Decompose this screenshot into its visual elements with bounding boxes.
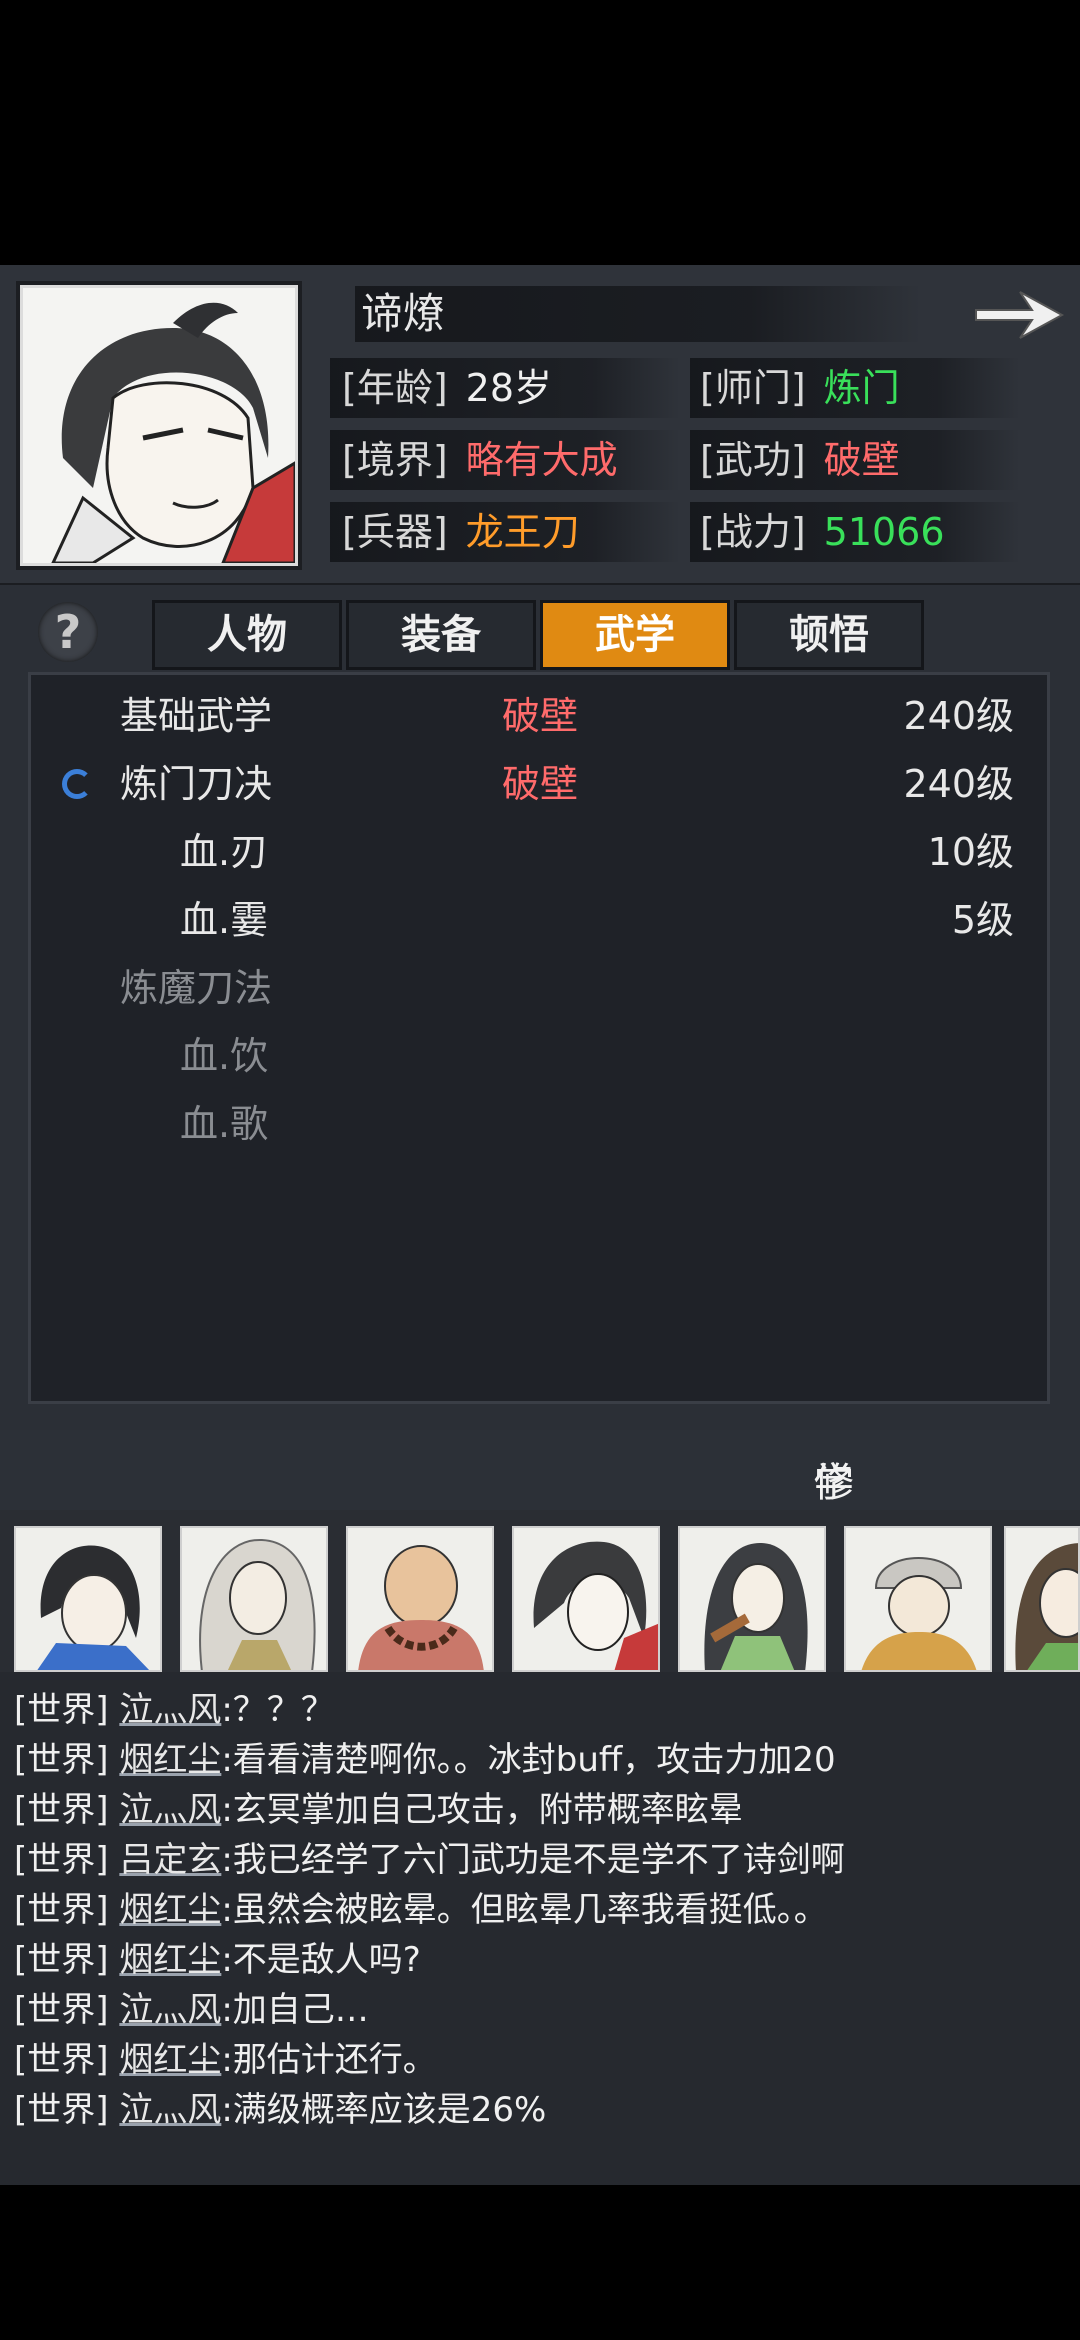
skill-name[interactable]: 血.歌 xyxy=(180,1092,268,1156)
chat-text: :满级概率应该是26% xyxy=(221,2090,547,2130)
chat-channel: [世界] xyxy=(14,1890,109,1930)
skill-name[interactable]: 基础武学 xyxy=(120,684,272,748)
martial-label: [武功] xyxy=(700,438,806,482)
sect-label: [师门] xyxy=(700,366,806,410)
player-portrait-icon xyxy=(533,1541,658,1670)
chat-text: :？？？ xyxy=(221,1690,335,1730)
sect-info: [师门] 炼门 xyxy=(700,360,900,416)
tab-martial-arts[interactable]: 武学 xyxy=(540,600,730,670)
martial-value: 破壁 xyxy=(823,438,900,482)
tab-enlightenment[interactable]: 顿悟 xyxy=(734,600,924,670)
chat-channel: [世界] xyxy=(14,1990,109,2030)
age-value: 28岁 xyxy=(465,366,553,410)
chat-user[interactable]: 吕定玄 xyxy=(119,1840,221,1880)
chat-user[interactable]: 烟红尘 xyxy=(119,1890,221,1930)
chat-text: :虽然会被眩晕。但眩晕几率我看挺低。。 xyxy=(221,1890,828,1930)
chat-message: [世界] 吕定玄:我已经学了六门武功是不是学不了诗剑啊 xyxy=(14,1836,845,1884)
hat-portrait-icon xyxy=(861,1557,977,1670)
help-button[interactable]: ? xyxy=(38,602,98,662)
scholar-portrait-icon xyxy=(704,1543,808,1670)
chat-text: :我已经学了六门武功是不是学不了诗剑啊 xyxy=(221,1840,845,1880)
chat-text: :那估计还行。 xyxy=(221,2040,437,2080)
chat-text: :不是敌人吗? xyxy=(221,1940,421,1980)
swordsman-portrait-icon xyxy=(23,288,295,563)
chat-channel: [世界] xyxy=(14,2090,109,2130)
skill-stage: 破壁 xyxy=(502,762,579,806)
loading-ring-icon xyxy=(62,769,92,799)
power-label: [战力] xyxy=(700,510,806,554)
weapon-info: [兵器] 龙王刀 xyxy=(342,504,580,560)
chat-message: [世界] 烟红尘:不是敌人吗? xyxy=(14,1936,421,1984)
chat-channel: [世界] xyxy=(14,1940,109,1980)
skill-name[interactable]: 血.饮 xyxy=(180,1024,268,1088)
chat-text: :看看清楚啊你。。冰封buff，攻击力加20 xyxy=(221,1740,836,1780)
chat-user[interactable]: 泣灬风 xyxy=(119,2090,221,2130)
power-info: [战力] 51066 xyxy=(700,504,945,560)
character-name: 谛燎 xyxy=(355,286,921,342)
power-value: 51066 xyxy=(823,510,945,554)
girl-portrait-icon xyxy=(1015,1543,1078,1670)
avatar-2[interactable] xyxy=(180,1526,328,1672)
avatar-4[interactable] xyxy=(512,1526,660,1672)
skill-name[interactable]: 血.刃 xyxy=(180,820,268,884)
chat-text: :玄冥掌加自己攻击，附带概率眩晕 xyxy=(221,1790,743,1830)
avatar-7[interactable] xyxy=(1004,1526,1080,1672)
chat-channel: [世界] xyxy=(14,1690,109,1730)
chat-channel: [世界] xyxy=(14,2040,109,2080)
chat-message: [世界] 泣灬风:？？？ xyxy=(14,1686,335,1734)
age-label: [年龄] xyxy=(342,366,448,410)
chat-message: [世界] 烟红尘:看看清楚啊你。。冰封buff，攻击力加20 xyxy=(14,1736,836,1784)
next-arrow-button[interactable] xyxy=(970,284,1066,346)
chat-message: [世界] 烟红尘:那估计还行。 xyxy=(14,2036,437,2084)
skill-name[interactable]: 炼魔刀法 xyxy=(120,956,272,1020)
chat-message: [世界] 泣灬风:玄冥掌加自己攻击，附带概率眩晕 xyxy=(14,1786,743,1834)
skill-level: 240级 xyxy=(903,762,1014,806)
chat-user[interactable]: 烟红尘 xyxy=(119,1740,221,1780)
chat-user[interactable]: 泣灬风 xyxy=(119,1790,221,1830)
weapon-value: 龙王刀 xyxy=(465,510,580,554)
skill-stage: 破壁 xyxy=(502,694,579,738)
chat-channel: [世界] xyxy=(14,1840,109,1880)
chat-message: [世界] 泣灬风:满级概率应该是26% xyxy=(14,2086,546,2134)
avatar-5[interactable] xyxy=(678,1526,826,1672)
chat-text: :加自己… xyxy=(221,1990,369,2030)
realm-label: [境界] xyxy=(342,438,448,482)
avatar-6[interactable] xyxy=(844,1526,992,1672)
chat-channel: [世界] xyxy=(14,1740,109,1780)
sect-value: 炼门 xyxy=(823,366,900,410)
age-info: [年龄] 28岁 xyxy=(342,360,552,416)
realm-value: 略有大成 xyxy=(465,438,618,482)
chat-message: [世界] 泣灬风:加自己… xyxy=(14,1986,369,2034)
skill-level: 240级 xyxy=(903,694,1014,738)
tab-equipment[interactable]: 装备 xyxy=(346,600,536,670)
avatar-1[interactable] xyxy=(14,1526,162,1672)
chat-user[interactable]: 烟红尘 xyxy=(119,1940,221,1980)
stats-bar: 修为:164555 学点:662152 xyxy=(0,1430,1080,1564)
avatar-3[interactable] xyxy=(346,1526,494,1672)
character-portrait[interactable] xyxy=(20,285,298,566)
chat-message: [世界] 烟红尘:虽然会被眩晕。但眩晕几率我看挺低。。 xyxy=(14,1886,828,1934)
chat-user[interactable]: 泣灬风 xyxy=(119,1690,221,1730)
tab-character[interactable]: 人物 xyxy=(152,600,342,670)
arrow-right-icon xyxy=(975,291,1065,339)
long-hair-portrait-icon xyxy=(199,1538,316,1670)
help-icon: ? xyxy=(54,605,82,659)
stats-text: 修为:164555 学点:662152 xyxy=(814,1440,1050,1564)
monk-portrait-icon xyxy=(358,1545,484,1670)
chat-user[interactable]: 泣灬风 xyxy=(119,1990,221,2030)
chat-channel: [世界] xyxy=(14,1790,109,1830)
weapon-label: [兵器] xyxy=(342,510,448,554)
chat-user[interactable]: 烟红尘 xyxy=(119,2040,221,2080)
woman-portrait-icon xyxy=(37,1545,150,1670)
martial-info: [武功] 破壁 xyxy=(700,432,900,488)
skill-level: 5级 xyxy=(951,898,1014,942)
skill-level: 10级 xyxy=(927,830,1014,874)
skill-name[interactable]: 炼门刀决 xyxy=(120,752,272,816)
realm-info: [境界] 略有大成 xyxy=(342,432,618,488)
skill-name[interactable]: 血.霎 xyxy=(180,888,268,952)
